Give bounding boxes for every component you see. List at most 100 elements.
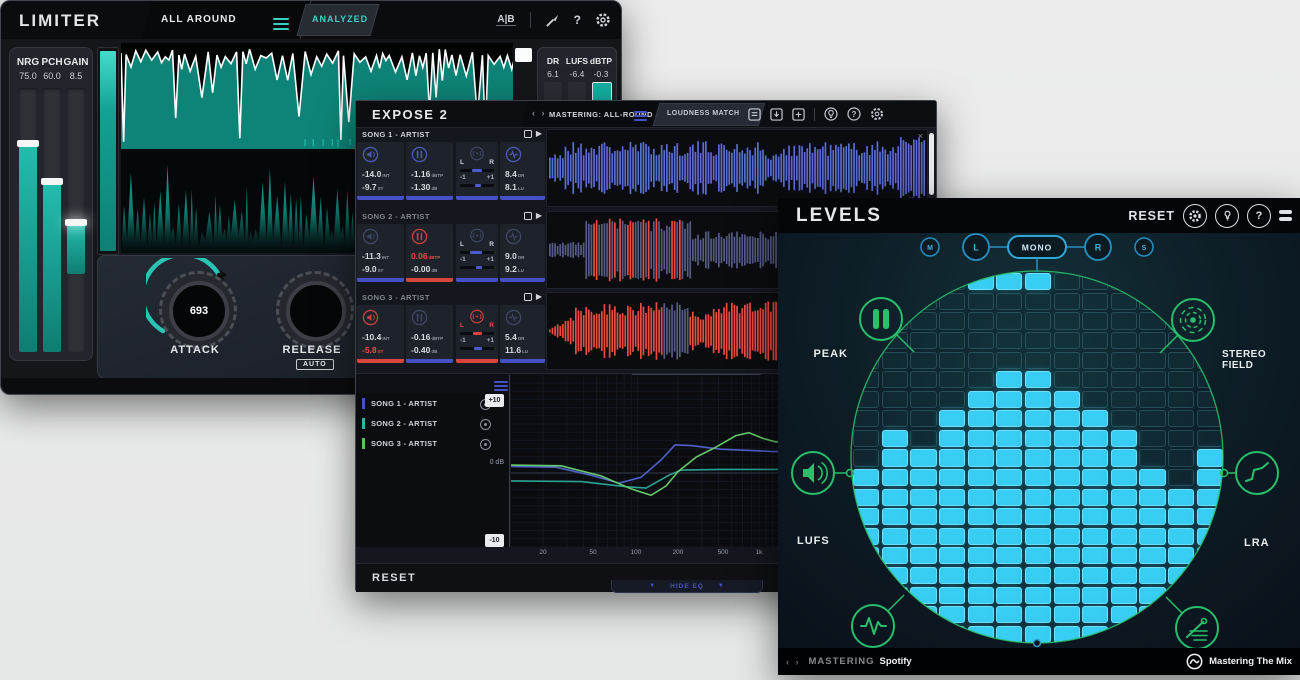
route-icon[interactable] [524, 212, 532, 220]
histogram-cell [910, 449, 936, 466]
histogram-cell [1082, 371, 1108, 388]
histogram-cell [853, 273, 879, 290]
histogram-cell [968, 371, 994, 388]
preset-nav-arrows[interactable]: ‹ › [532, 108, 547, 118]
histogram-cell [996, 606, 1022, 623]
histogram-cell [1054, 391, 1080, 408]
help-icon[interactable]: ? [574, 13, 581, 27]
histogram-cell [1054, 293, 1080, 310]
histogram-cell [1197, 547, 1223, 564]
preset-name[interactable]: ALL AROUND [161, 14, 237, 25]
gear-icon[interactable] [870, 107, 884, 121]
channel-left-button[interactable] [963, 234, 989, 260]
histogram-cell [1082, 293, 1108, 310]
histogram-cell [910, 469, 936, 486]
histogram-cell [1025, 352, 1051, 369]
eq-legend-song1[interactable]: SONG 1 - ARTIST [362, 397, 502, 411]
histogram-cell [996, 626, 1022, 643]
histogram-cell [1197, 528, 1223, 545]
lra-view-icon[interactable] [1236, 452, 1278, 494]
release-auto-badge[interactable]: AUTO [296, 359, 334, 370]
gear-icon[interactable] [1183, 204, 1207, 228]
waveform-toggle-button[interactable] [515, 48, 532, 62]
histogram-cell [853, 567, 879, 584]
add-song-icon[interactable] [792, 108, 805, 121]
triangle-down-icon: ▼ [718, 583, 725, 589]
dynamics-cell: 8.4DR 8.1LU [500, 142, 545, 200]
channel-right-label[interactable]: R [1095, 243, 1102, 253]
loudness-match-tab[interactable]: LOUDNESS MATCH [667, 110, 740, 117]
channel-right-button[interactable] [1085, 234, 1111, 260]
tips-icon[interactable] [1215, 204, 1239, 228]
histogram-cell [939, 626, 965, 643]
histogram-cell [1168, 410, 1194, 427]
eq-legend-song2[interactable]: SONG 2 - ARTIST [362, 417, 502, 431]
pch-handle[interactable] [41, 178, 63, 185]
song-waveform[interactable]: 03:18 × [546, 129, 928, 207]
gear-icon[interactable] [595, 12, 611, 28]
histogram-cell [853, 332, 879, 349]
play-icon[interactable]: ▶ [536, 129, 542, 138]
brush-icon[interactable] [545, 13, 560, 28]
help-icon[interactable]: ? [847, 107, 861, 121]
lra-label: LRA [1244, 537, 1270, 549]
histogram-cell [853, 410, 879, 427]
histogram-cell [1054, 312, 1080, 329]
release-knob-face[interactable] [286, 281, 346, 341]
channel-side-label[interactable]: S [1142, 245, 1147, 252]
visibility-eye-icon[interactable] [480, 439, 491, 450]
histogram-cell [1025, 273, 1051, 290]
attack-value-text: 693 [190, 305, 208, 317]
export-icon[interactable] [770, 108, 783, 121]
platform-label[interactable]: Spotify [880, 656, 912, 667]
channel-mid-button[interactable] [921, 238, 939, 256]
channel-left-label[interactable]: L [973, 243, 979, 253]
histogram-cell [1111, 332, 1137, 349]
channel-side-button[interactable] [1135, 238, 1153, 256]
histogram-cell [1168, 352, 1194, 369]
play-icon[interactable]: ▶ [536, 211, 542, 220]
channel-mono-label[interactable]: MONO [1022, 243, 1052, 253]
mastering-mode-label[interactable]: MASTERING [809, 656, 875, 667]
tips-icon[interactable] [824, 107, 838, 121]
truepeak-cell: -1.16dBTP -1.30dB [406, 142, 453, 200]
histogram-cell [882, 626, 908, 643]
scrollbar-thumb[interactable] [929, 133, 934, 195]
close-icon[interactable]: × [918, 131, 923, 141]
play-icon[interactable]: ▶ [536, 292, 542, 301]
histogram-cell [1082, 528, 1108, 545]
expose-reset-button[interactable]: RESET [372, 572, 416, 584]
eq-menu-icon[interactable] [494, 379, 508, 393]
channel-mid-label[interactable]: M [927, 245, 933, 252]
histogram-cell [1111, 626, 1137, 643]
histogram-cell [1025, 391, 1051, 408]
menu-icon[interactable] [1279, 207, 1292, 224]
levels-reset-button[interactable]: RESET [1128, 209, 1175, 223]
histogram-cell [882, 547, 908, 564]
histogram-cell [853, 312, 879, 329]
preset-menu-icon[interactable] [273, 15, 289, 33]
notes-icon[interactable] [748, 108, 761, 121]
histogram-cell [1111, 273, 1137, 290]
lufs-view-icon[interactable] [792, 452, 834, 494]
histogram-cell [910, 410, 936, 427]
route-icon[interactable] [524, 130, 532, 138]
analyzed-tab[interactable]: ANALYZED [312, 14, 368, 24]
ab-compare-icon[interactable]: A|B [496, 14, 515, 26]
histogram-cell [1025, 489, 1051, 506]
histogram-cell [996, 430, 1022, 447]
eq-legend-song3[interactable]: SONG 3 - ARTIST [362, 437, 502, 451]
channel-mono-button[interactable] [1008, 236, 1066, 258]
hide-eq-button[interactable]: ▼ HIDE EQ ▼ [611, 580, 763, 593]
preset-nav-arrows[interactable]: ‹ › [786, 657, 801, 667]
gain-handle[interactable] [65, 219, 87, 226]
attack-value[interactable]: 693 [169, 281, 229, 341]
expose-preset-menu-icon[interactable] [634, 109, 647, 123]
histogram-cell [1025, 567, 1051, 584]
histogram-cell [910, 528, 936, 545]
nrg-handle[interactable] [17, 140, 39, 147]
visibility-eye-icon[interactable] [480, 419, 491, 430]
help-icon[interactable]: ? [1247, 204, 1271, 228]
histogram-cell [1139, 410, 1165, 427]
route-icon[interactable] [524, 293, 532, 301]
